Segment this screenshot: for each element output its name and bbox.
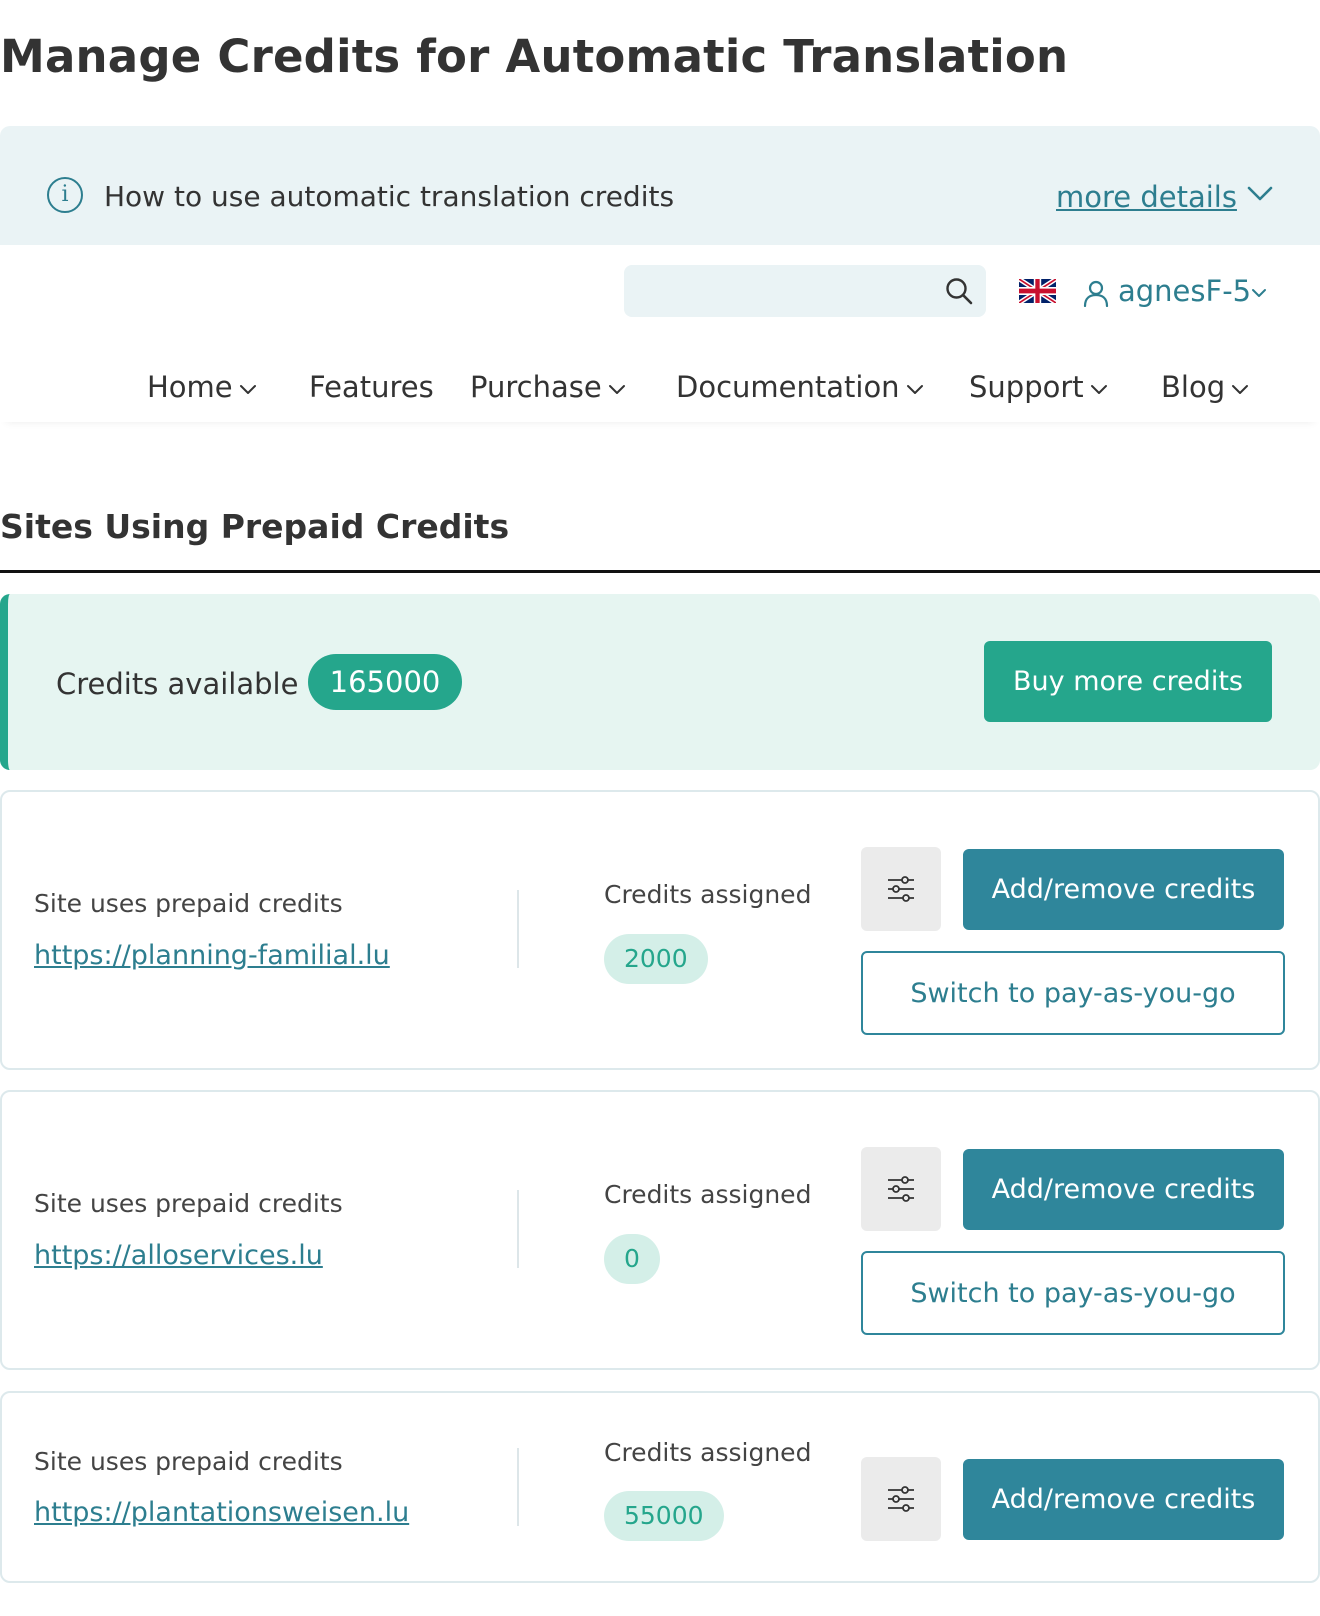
- nav-item-label: Documentation: [676, 370, 900, 404]
- nav-item-purchase[interactable]: Purchase: [470, 370, 626, 404]
- credits-assigned-label: Credits assigned: [604, 880, 812, 909]
- section-divider: [0, 570, 1320, 573]
- search-box[interactable]: [624, 265, 986, 317]
- credits-assigned-label: Credits assigned: [604, 1438, 812, 1467]
- credits-assigned-badge: 0: [604, 1234, 660, 1284]
- credits-assigned-label: Credits assigned: [604, 1180, 812, 1209]
- site-status-label: Site uses prepaid credits: [34, 1447, 343, 1476]
- credits-assigned-badge: 55000: [604, 1491, 724, 1541]
- page-title: Manage Credits for Automatic Translation: [0, 30, 1069, 83]
- sliders-icon: [888, 1486, 914, 1512]
- credits-available-badge: 165000: [308, 654, 462, 710]
- nav-item-home[interactable]: Home: [147, 370, 257, 404]
- switch-to-pay-as-you-go-button[interactable]: Switch to pay-as-you-go: [861, 1251, 1285, 1335]
- site-status-label: Site uses prepaid credits: [34, 1189, 343, 1218]
- add-remove-credits-button[interactable]: Add/remove credits: [963, 1459, 1284, 1540]
- search-icon[interactable]: [944, 276, 974, 306]
- chevron-down-icon: [239, 385, 256, 394]
- buy-more-credits-button[interactable]: Buy more credits: [984, 641, 1272, 722]
- chevron-down-icon[interactable]: [1246, 182, 1274, 206]
- chevron-down-icon[interactable]: [1251, 287, 1267, 299]
- site-status-label: Site uses prepaid credits: [34, 889, 343, 918]
- chevron-down-icon: [906, 385, 923, 394]
- sliders-icon: [888, 1176, 914, 1202]
- more-details-link[interactable]: more details: [1056, 180, 1237, 214]
- site-divider: [517, 1190, 519, 1268]
- chevron-down-icon: [608, 385, 625, 394]
- switch-to-pay-as-you-go-button[interactable]: Switch to pay-as-you-go: [861, 951, 1285, 1035]
- nav-item-support[interactable]: Support: [969, 370, 1108, 404]
- site-url-link[interactable]: https://alloservices.lu: [34, 1240, 323, 1271]
- site-settings-button[interactable]: [861, 1147, 941, 1231]
- info-banner-text: How to use automatic translation credits: [104, 180, 675, 213]
- user-icon[interactable]: [1082, 279, 1110, 307]
- add-remove-credits-button[interactable]: Add/remove credits: [963, 1149, 1284, 1230]
- main-nav: Home Features Purchase Documentation Sup…: [0, 340, 1320, 422]
- nav-item-documentation[interactable]: Documentation: [676, 370, 924, 404]
- search-input[interactable]: [624, 265, 924, 317]
- add-remove-credits-button[interactable]: Add/remove credits: [963, 849, 1284, 930]
- credits-assigned-badge: 2000: [604, 934, 708, 984]
- site-url-link[interactable]: https://plantationsweisen.lu: [34, 1497, 409, 1528]
- site-divider: [517, 890, 519, 968]
- site-url-link[interactable]: https://planning-familial.lu: [34, 940, 390, 971]
- nav-item-blog[interactable]: Blog: [1161, 370, 1249, 404]
- uk-flag-icon[interactable]: [1019, 279, 1056, 303]
- site-divider: [517, 1448, 519, 1526]
- nav-item-label: Features: [309, 370, 434, 404]
- nav-item-label: Blog: [1161, 370, 1226, 404]
- site-settings-button[interactable]: [861, 1457, 941, 1541]
- sliders-icon: [888, 876, 914, 902]
- chevron-down-icon: [1232, 385, 1249, 394]
- site-settings-button[interactable]: [861, 847, 941, 931]
- nav-item-label: Home: [147, 370, 233, 404]
- nav-item-features[interactable]: Features: [309, 370, 434, 404]
- nav-item-label: Purchase: [470, 370, 602, 404]
- nav-item-label: Support: [969, 370, 1084, 404]
- info-icon: i: [47, 177, 83, 213]
- chevron-down-icon: [1090, 385, 1107, 394]
- section-title: Sites Using Prepaid Credits: [0, 507, 510, 546]
- user-menu[interactable]: agnesF-5: [1118, 274, 1251, 308]
- credits-available-label: Credits available: [56, 667, 299, 701]
